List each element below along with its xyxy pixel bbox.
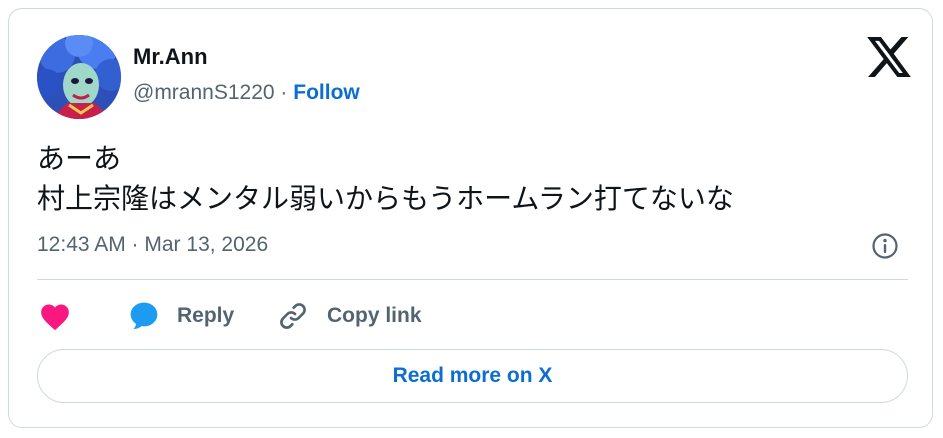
link-icon [280,303,306,329]
follow-button[interactable]: Follow [293,81,360,104]
reply-button[interactable]: Reply [127,300,234,332]
tweet-timestamp[interactable]: 12:43 AM · Mar 13, 2026 [37,231,268,259]
author-handle[interactable]: @mrannS1220 [133,81,275,104]
copy-link-button[interactable]: Copy link [277,300,422,332]
divider [37,279,908,280]
tweet-line-2: 村上宗隆はメンタル弱いからもうホームラン打てないな [37,183,734,214]
like-button[interactable] [39,300,71,332]
heart-icon [41,304,69,331]
speech-bubble-icon [130,302,158,329]
tweet-body: あーあ 村上宗隆はメンタル弱いからもうホームラン打てないな [37,139,734,219]
separator: · [280,81,288,104]
x-logo-icon[interactable] [867,37,911,77]
info-icon[interactable] [871,232,899,260]
read-more-label: Read more on X [392,364,553,387]
tweet-line-1: あーあ [37,143,122,174]
read-more-button[interactable]: Read more on X [37,349,908,403]
author-handle-row: @mrannS1220 · Follow [133,79,360,107]
tweet-card: Mr.Ann @mrannS1220 · Follow あーあ 村上宗隆はメンタ… [8,8,933,428]
avatar-illustration-icon [37,35,121,119]
author-name[interactable]: Mr.Ann [133,43,208,71]
author-avatar[interactable] [37,35,121,119]
copy-link-label: Copy link [327,304,422,327]
reply-label: Reply [177,304,235,327]
